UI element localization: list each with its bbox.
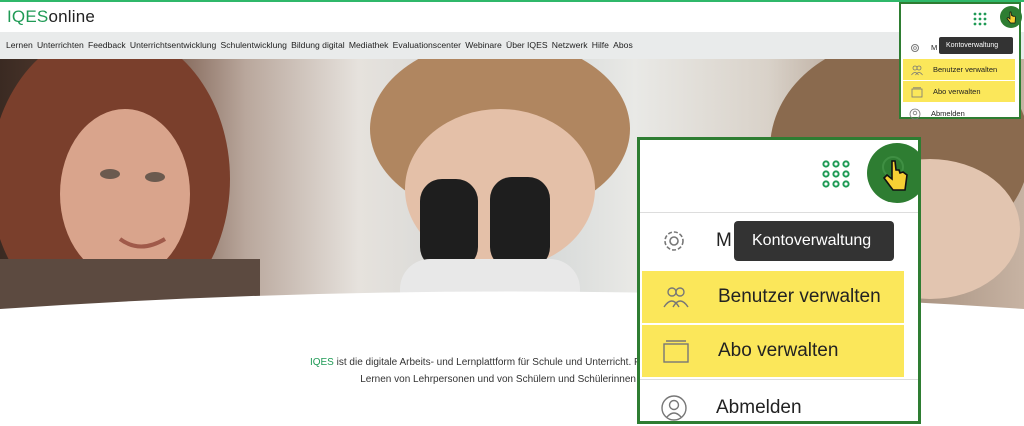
nav-item-hilfe[interactable]: Hilfe [592,40,609,50]
tooltip-kontoverwaltung-small: Kontoverwaltung [939,37,1013,54]
menu-item-abmelden-small[interactable]: Abmelden [901,103,1019,124]
gear-icon [911,43,919,52]
tooltip-kontoverwaltung: Kontoverwaltung [734,221,894,261]
zoom-header [640,140,918,208]
apps-grid-icon[interactable] [822,160,850,188]
menu-item-label: Abo verwalten [718,340,839,361]
account-avatar-button[interactable] [1000,6,1022,28]
menu-item-label: Abmelden [716,397,802,418]
nav-item-ueber-iqes[interactable]: Über IQES [506,40,548,50]
menu-item-label: Abo verwalten [933,87,981,96]
menu-item-label: Abmelden [931,109,965,118]
nav-item-evaluationscenter[interactable]: Evaluationscenter [393,40,461,50]
menu-item-label: Benutzer verwalten [933,65,998,74]
users-icon [911,65,923,75]
intro-brand: IQES [309,357,334,368]
account-menu-zoom-callout: M Benutzer verwalten Abo verwalten Abmel… [637,137,921,424]
folder-icon [911,86,923,97]
account-menu-small: M Benutzer verwalten Abo verwalten Abmel… [899,2,1022,119]
nav-item-netzwerk[interactable]: Netzwerk [552,40,588,50]
menu-item-benutzer-verwalten[interactable]: Benutzer verwalten [642,271,904,323]
nav-item-webinare[interactable]: Webinare [465,40,502,50]
menu-item-benutzer-verwalten-small[interactable]: Benutzer verwalten [903,59,1015,80]
nav-item-unterrichtsentwicklung[interactable]: Unterrichtsentwicklung [130,40,216,50]
menu-item-partial-label: M [716,230,732,251]
menu-item-label: Benutzer verwalten [718,286,881,307]
menu-item-partial-label: M [931,43,938,52]
account-avatar-button[interactable] [867,143,918,203]
user-circle-icon [661,395,687,421]
hand-cursor-icon [882,156,908,191]
site-header: IQESonline [0,2,1024,32]
gear-icon [664,231,684,251]
menu-item-abmelden[interactable]: Abmelden [640,380,918,421]
site-logo[interactable]: IQESonline [7,7,95,27]
nav-item-mediathek[interactable]: Mediathek [349,40,389,50]
users-icon [663,287,689,308]
nav-item-lernen[interactable]: Lernen [6,40,33,50]
nav-item-unterrichten[interactable]: Unterrichten [37,40,84,50]
nav-item-schulentwicklung[interactable]: Schulentwicklung [221,40,287,50]
user-circle-icon [909,108,921,119]
hand-cursor-icon [1006,11,1016,24]
menu-item-abo-verwalten-small[interactable]: Abo verwalten [903,81,1015,102]
folder-icon [663,340,689,363]
apps-grid-icon[interactable] [973,12,987,26]
logo-online: online [48,7,96,26]
menu-item-abo-verwalten[interactable]: Abo verwalten [642,325,904,377]
main-nav: Lernen Unterrichten Feedback Unterrichts… [0,32,1024,59]
nav-item-bildung-digital[interactable]: Bildung digital [291,40,345,50]
nav-item-abos[interactable]: Abos [613,40,633,50]
logo-iqes: IQES [7,7,49,26]
nav-item-feedback[interactable]: Feedback [88,40,126,50]
